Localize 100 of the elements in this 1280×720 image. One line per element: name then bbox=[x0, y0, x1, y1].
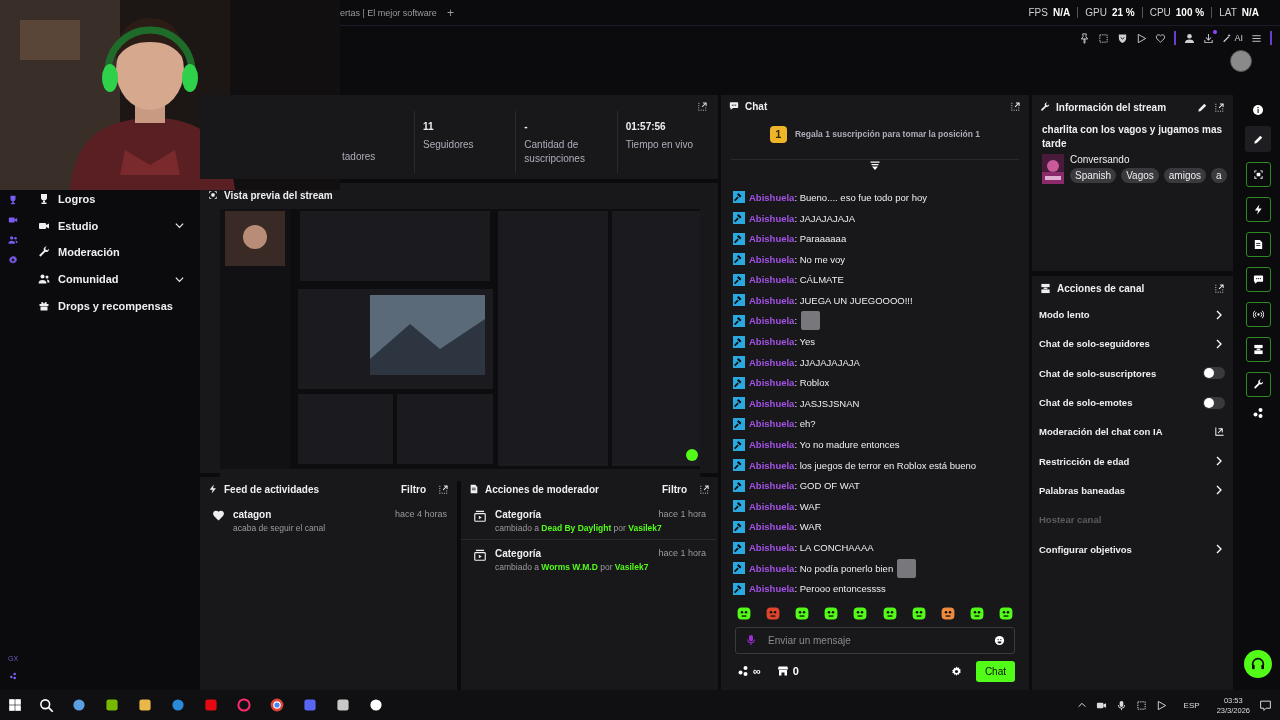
info-icon[interactable] bbox=[1252, 104, 1264, 116]
setting-label[interactable]: Chat de solo-suscriptores bbox=[1039, 367, 1157, 379]
browser-tab[interactable]: ertas | El mejor software bbox=[340, 7, 437, 18]
stat-label: Tiempo en vivo bbox=[625, 138, 695, 152]
app-icon[interactable] bbox=[104, 697, 120, 713]
scroll-down-icon[interactable] bbox=[869, 160, 881, 172]
pin-icon[interactable] bbox=[1079, 32, 1091, 44]
nav-item[interactable]: Estudio bbox=[26, 212, 197, 240]
play-icon[interactable] bbox=[1136, 32, 1148, 44]
toggle-switch[interactable] bbox=[1203, 396, 1225, 409]
rail-button[interactable] bbox=[1245, 267, 1271, 292]
emote-icon[interactable] bbox=[852, 605, 869, 621]
emote-icon[interactable] bbox=[969, 605, 986, 621]
crop-icon[interactable] bbox=[1098, 32, 1110, 44]
setting-label[interactable]: Modo lento bbox=[1039, 309, 1090, 321]
notification-icon[interactable] bbox=[1259, 698, 1272, 712]
filter-button[interactable]: Filtro bbox=[662, 483, 687, 495]
nav-item[interactable]: Moderación bbox=[26, 239, 197, 266]
app-icon[interactable] bbox=[71, 697, 87, 713]
expand-icon[interactable] bbox=[1010, 100, 1021, 112]
tag[interactable]: Vagos bbox=[1121, 168, 1159, 183]
search-icon[interactable] bbox=[39, 697, 54, 713]
chat-message: Abishuela: No me voy bbox=[749, 253, 846, 265]
setting-label[interactable]: Palabras baneadas bbox=[1039, 484, 1126, 496]
gear-icon[interactable] bbox=[8, 255, 18, 265]
moderator-badge-icon bbox=[733, 459, 745, 472]
setting-label[interactable]: Moderación del chat con IA bbox=[1039, 426, 1163, 438]
emote-icon[interactable] bbox=[910, 605, 927, 621]
moderator-badge-icon bbox=[733, 273, 745, 286]
expand-icon[interactable] bbox=[697, 101, 708, 112]
app-icon[interactable] bbox=[137, 697, 153, 713]
rail-button[interactable] bbox=[1245, 197, 1271, 222]
support-button[interactable] bbox=[1244, 650, 1272, 678]
setting-label[interactable]: Chat de solo-seguidores bbox=[1039, 338, 1150, 350]
setting-label[interactable]: Restricción de edad bbox=[1039, 455, 1130, 467]
nav-item[interactable]: Drops y recompensas bbox=[26, 292, 197, 319]
rail-button[interactable] bbox=[1245, 337, 1271, 362]
microphone-icon[interactable] bbox=[1115, 699, 1127, 711]
edit-button[interactable] bbox=[1245, 126, 1271, 152]
emote-icon[interactable] bbox=[823, 605, 840, 621]
tag[interactable]: Spanish bbox=[1070, 168, 1117, 183]
heart-icon[interactable] bbox=[1155, 32, 1167, 44]
download-icon[interactable] bbox=[1203, 32, 1215, 44]
expand-icon[interactable] bbox=[1214, 101, 1225, 113]
avatar[interactable] bbox=[1230, 50, 1252, 72]
chevron-up-icon[interactable] bbox=[1076, 700, 1087, 710]
emote-icon[interactable] bbox=[939, 605, 956, 621]
edit-icon[interactable] bbox=[1197, 101, 1208, 113]
expand-icon[interactable] bbox=[1214, 282, 1225, 294]
app-icon[interactable] bbox=[269, 697, 285, 713]
windows-icon[interactable] bbox=[8, 698, 22, 712]
language-indicator[interactable]: ESP bbox=[1183, 700, 1200, 710]
timestamp: hace 1 hora bbox=[658, 548, 706, 559]
app-icon[interactable] bbox=[368, 697, 384, 713]
store-count: 0 bbox=[792, 665, 799, 677]
dots-icon[interactable] bbox=[1252, 407, 1264, 419]
setting-label[interactable]: Chat de solo-emotes bbox=[1039, 397, 1133, 409]
new-tab-button[interactable]: + bbox=[446, 5, 454, 20]
message-input[interactable]: Enviar un mensaje bbox=[735, 627, 1015, 654]
chat-message: Abishuela: eh? bbox=[749, 418, 816, 430]
rail-button[interactable] bbox=[1245, 372, 1271, 397]
nav-item[interactable]: Logros bbox=[26, 186, 197, 213]
activity-detail: acaba de seguir el canal bbox=[233, 523, 327, 533]
points-icon[interactable] bbox=[737, 665, 749, 677]
tag[interactable]: a bbox=[1211, 168, 1227, 183]
emoji-icon[interactable] bbox=[994, 635, 1005, 646]
emote-icon[interactable] bbox=[735, 605, 752, 621]
send-button[interactable]: Chat bbox=[975, 660, 1015, 682]
expand-icon[interactable] bbox=[699, 483, 710, 495]
chat-icon bbox=[729, 101, 739, 111]
toggle-switch[interactable] bbox=[1203, 367, 1225, 380]
action-title: Categoría bbox=[495, 548, 542, 559]
expand-icon[interactable] bbox=[438, 483, 449, 495]
emote-image bbox=[897, 558, 917, 578]
stat-value: 100 % bbox=[1175, 7, 1205, 18]
document-icon bbox=[1252, 239, 1264, 250]
person-icon[interactable] bbox=[1184, 32, 1196, 44]
shield-icon[interactable] bbox=[1117, 32, 1129, 44]
settings-icon[interactable] bbox=[950, 665, 962, 677]
store-icon[interactable] bbox=[776, 665, 789, 677]
filter-button[interactable]: Filtro bbox=[401, 483, 426, 495]
rail-button[interactable] bbox=[1245, 232, 1271, 257]
emote-icon[interactable] bbox=[793, 605, 810, 621]
menu-icon[interactable] bbox=[1251, 32, 1262, 44]
nav-item[interactable]: Comunidad bbox=[26, 265, 197, 293]
moderator-badge-icon bbox=[733, 212, 745, 224]
emote-icon[interactable] bbox=[998, 605, 1015, 621]
rail-button[interactable] bbox=[1245, 302, 1271, 327]
moderator-badge-icon bbox=[733, 500, 745, 513]
setting-label[interactable]: Configurar objetivos bbox=[1039, 543, 1132, 555]
external-link-icon[interactable] bbox=[1214, 426, 1225, 438]
people-icon[interactable] bbox=[8, 235, 18, 245]
rail-button[interactable] bbox=[1245, 162, 1271, 187]
trophy-icon[interactable] bbox=[8, 195, 18, 205]
tag[interactable]: amigos bbox=[1163, 168, 1206, 183]
app-icon[interactable] bbox=[335, 697, 351, 713]
emote-icon[interactable] bbox=[881, 605, 898, 621]
panel-title: Acciones de moderador bbox=[485, 483, 599, 495]
ai-button[interactable]: AI bbox=[1222, 33, 1243, 43]
more-icon[interactable] bbox=[9, 672, 17, 680]
